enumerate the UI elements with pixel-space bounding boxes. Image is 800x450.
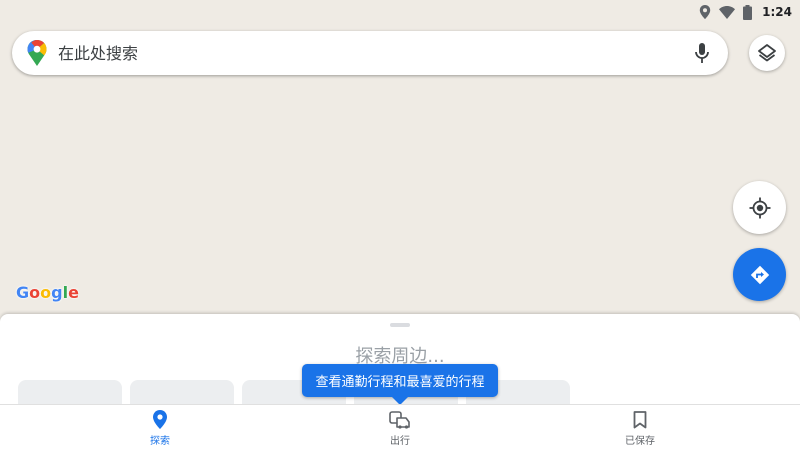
logo-letter: o: [29, 283, 41, 302]
logo-letter: g: [51, 283, 63, 302]
nav-tab-saved[interactable]: 已保存: [520, 405, 760, 450]
bookmark-icon: [633, 410, 647, 428]
search-bar[interactable]: [12, 31, 728, 75]
google-maps-pin-icon: [27, 40, 47, 66]
my-location-button[interactable]: [733, 181, 786, 234]
nav-tab-commute[interactable]: 出行: [280, 405, 520, 450]
sheet-drag-handle[interactable]: [390, 323, 410, 327]
crosshair-icon: [749, 197, 770, 218]
logo-letter: G: [16, 283, 30, 302]
wifi-icon: [719, 5, 736, 19]
layers-icon: [758, 44, 776, 62]
voice-search-button[interactable]: [690, 41, 714, 65]
status-bar: 1:24: [0, 0, 800, 24]
microphone-icon: [695, 43, 709, 63]
logo-letter: e: [68, 283, 79, 302]
explore-pin-icon: [153, 410, 167, 429]
nav-label: 出行: [390, 435, 410, 447]
search-input[interactable]: [58, 43, 690, 63]
commute-tooltip[interactable]: 查看通勤行程和最喜爱的行程: [302, 364, 498, 397]
google-logo: Google: [16, 283, 79, 302]
status-time: 1:24: [762, 5, 792, 19]
logo-letter: o: [40, 283, 52, 302]
bottom-navigation: 探索 出行 已保存: [0, 404, 800, 450]
location-icon: [699, 5, 711, 19]
layers-button[interactable]: [749, 35, 785, 71]
commute-icon: [389, 410, 410, 429]
battery-icon: [743, 4, 753, 20]
nav-tab-explore[interactable]: 探索: [40, 405, 280, 450]
nav-label: 已保存: [625, 435, 655, 447]
directions-button[interactable]: [733, 248, 786, 301]
nav-label: 探索: [150, 436, 170, 447]
directions-icon: [750, 265, 769, 284]
